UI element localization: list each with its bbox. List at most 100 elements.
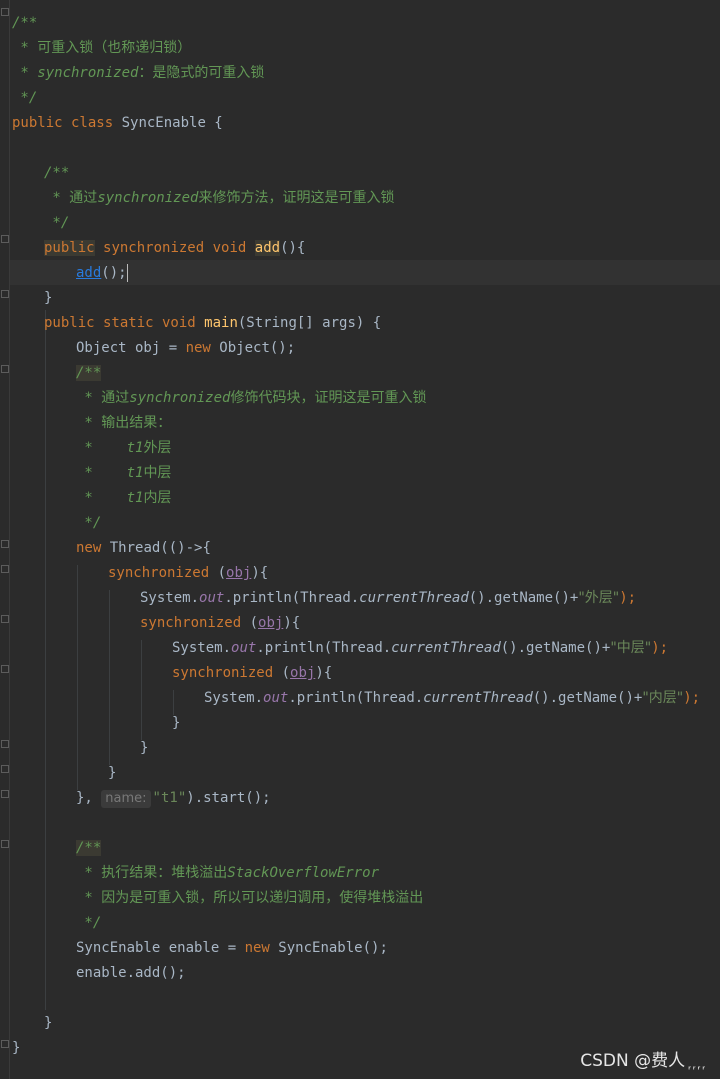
keyword: public static void	[44, 315, 196, 331]
code-text: ();	[101, 265, 127, 281]
comment-text: 内层	[143, 490, 172, 506]
code-text: .println(Thread.	[256, 640, 392, 656]
code-text: ().getName()+	[468, 590, 579, 606]
code-line[interactable]: synchronized (obj){	[140, 611, 300, 636]
fold-marker-icon[interactable]	[1, 615, 9, 623]
comment-text: */	[12, 90, 38, 106]
brace: }	[172, 715, 181, 731]
fold-marker-icon[interactable]	[1, 540, 9, 548]
code-text: System.	[204, 690, 264, 706]
code-line[interactable]: System.out.println(Thread.currentThread(…	[204, 686, 700, 711]
string-literal: "t1"	[152, 790, 187, 806]
keyword: synchronized	[172, 665, 274, 681]
fold-marker-icon[interactable]	[1, 665, 9, 673]
code-text: .println(Thread.	[288, 690, 424, 706]
code-line[interactable]: * 输出结果：	[76, 411, 171, 436]
indent-guide	[109, 590, 110, 765]
brace: }	[44, 1015, 53, 1031]
comment-text: *	[76, 415, 102, 431]
static-field: out	[263, 690, 289, 706]
code-line[interactable]: synchronized (obj){	[108, 561, 268, 586]
comment-text: 来修饰方法，证明这是可重入锁	[198, 190, 395, 206]
fold-marker-icon[interactable]	[1, 840, 9, 848]
code-line[interactable]: }	[172, 711, 180, 736]
code-text: System.	[140, 590, 200, 606]
code-text: Thread(()->{	[101, 540, 211, 556]
comment-text: * synchronized	[12, 65, 139, 81]
code-text: ).start();	[186, 790, 271, 806]
code-line[interactable]: enable.add();	[76, 961, 186, 986]
code-line[interactable]: * synchronized：是隐式的可重入锁	[12, 61, 264, 86]
method-call[interactable]: add	[76, 265, 101, 281]
code-line[interactable]: }, name: "t1").start();	[76, 786, 271, 811]
code-line[interactable]: Object obj = new Object();	[76, 336, 295, 361]
code-line[interactable]: * t1外层	[76, 436, 171, 461]
code-line[interactable]: * 可重入锁（也称递归锁）	[12, 36, 191, 61]
fold-marker-icon[interactable]	[1, 740, 9, 748]
comment-text: 通过	[101, 390, 130, 406]
comment-text: StackOverflowError	[227, 865, 380, 881]
indent-guide	[77, 565, 78, 790]
code-line[interactable]: * 通过synchronized修饰代码块，证明这是可重入锁	[76, 386, 426, 411]
fold-marker-icon[interactable]	[1, 365, 9, 373]
code-line[interactable]: }	[44, 286, 52, 311]
code-line[interactable]: }	[140, 736, 148, 761]
code-line[interactable]: SyncEnable enable = new SyncEnable();	[76, 936, 388, 961]
code-line[interactable]: synchronized (obj){	[172, 661, 332, 686]
fold-marker-icon[interactable]	[1, 790, 9, 798]
code-line[interactable]: /**	[76, 361, 102, 386]
variable-ref[interactable]: obj	[226, 565, 251, 581]
string-literal: "中层"	[610, 640, 652, 656]
comment-text: */	[44, 215, 70, 231]
comment-text: 修饰代码块，证明这是可重入锁	[230, 390, 427, 406]
method-name[interactable]: add	[254, 240, 281, 256]
method-name[interactable]: main	[204, 315, 238, 331]
code-line[interactable]: */	[76, 911, 101, 936]
code-line[interactable]: * 通过synchronized来修饰方法，证明这是可重入锁	[44, 186, 394, 211]
code-line[interactable]: /**	[76, 836, 102, 861]
fold-marker-icon[interactable]	[1, 765, 9, 773]
code-line[interactable]: }	[108, 761, 116, 786]
code-line[interactable]: */	[76, 511, 101, 536]
comment-text: synchronized	[129, 390, 231, 406]
code-line[interactable]: * 执行结果：堆栈溢出StackOverflowError	[76, 861, 379, 886]
code-line[interactable]: */	[44, 211, 69, 236]
comment-text: 输出结果：	[101, 415, 172, 431]
punctuation: );	[619, 590, 637, 606]
code-text: SyncEnable();	[269, 940, 388, 956]
comment-text: */	[76, 515, 102, 531]
code-line[interactable]: /**	[12, 11, 37, 36]
static-method: currentThread	[359, 590, 469, 606]
static-field: out	[199, 590, 225, 606]
code-line[interactable]: public class SyncEnable {	[12, 111, 223, 136]
variable-ref[interactable]: obj	[258, 615, 283, 631]
code-text: SyncEnable enable =	[76, 940, 245, 956]
code-text: enable.add();	[76, 965, 186, 981]
fold-marker-icon[interactable]	[1, 8, 9, 16]
fold-marker-icon[interactable]	[1, 1040, 9, 1048]
code-line[interactable]: }	[44, 1011, 52, 1036]
code-line[interactable]: */	[12, 86, 37, 111]
code-line-current[interactable]: add();	[76, 261, 128, 286]
code-line[interactable]: * t1中层	[76, 461, 171, 486]
variable-ref[interactable]: obj	[290, 665, 315, 681]
fold-marker-icon[interactable]	[1, 235, 9, 243]
code-line[interactable]: System.out.println(Thread.currentThread(…	[172, 636, 668, 661]
code-line[interactable]: public synchronized void add(){	[44, 236, 305, 261]
code-line[interactable]: new Thread(()->{	[76, 536, 211, 561]
keyword: synchronized	[108, 565, 210, 581]
indent-guide	[45, 310, 46, 1010]
code-line[interactable]: System.out.println(Thread.currentThread(…	[140, 586, 636, 611]
code-line[interactable]: * t1内层	[76, 486, 171, 511]
code-line[interactable]: * 因为是可重入锁，所以可以递归调用，使得堆栈溢出	[76, 886, 423, 911]
code-line[interactable]: public static void main(String[] args) {	[44, 311, 381, 336]
code-line[interactable]: /**	[44, 161, 69, 186]
csdn-watermark: CSDN @费人 ᷊ ᷊ ᷊ ᷊	[580, 1051, 704, 1071]
comment-text: /**	[12, 15, 38, 31]
comment-text: */	[76, 915, 102, 931]
fold-marker-icon[interactable]	[1, 565, 9, 573]
static-method: currentThread	[391, 640, 501, 656]
fold-marker-icon[interactable]	[1, 290, 9, 298]
code-line[interactable]: }	[12, 1036, 20, 1061]
brace: }	[12, 1040, 21, 1056]
